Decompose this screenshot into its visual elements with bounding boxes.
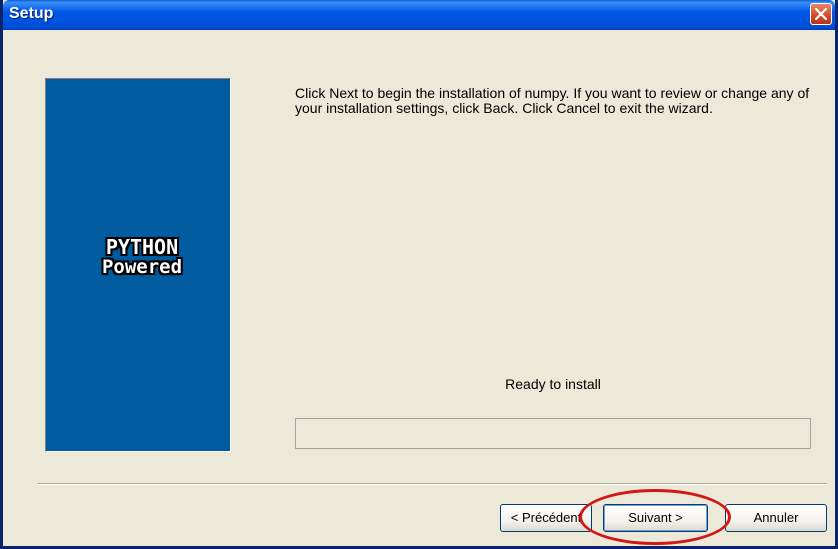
python-powered-logo: PYTHON Powered [82,237,202,277]
next-button[interactable]: Suivant > [603,504,708,532]
logo-line-2: Powered [101,256,183,278]
cancel-button[interactable]: Annuler [725,504,827,532]
instructions-text: Click Next to begin the installation of … [295,85,810,116]
status-text: Ready to install [505,376,601,392]
logo-line-1: PYTHON [105,235,179,259]
title-bar[interactable]: Setup [3,0,835,30]
close-icon [815,8,827,20]
close-button[interactable] [810,3,832,25]
progress-bar [295,418,811,449]
separator-line [38,483,827,485]
setup-window: Setup PYTHON Powered Click Next to begin… [0,0,838,549]
back-button[interactable]: < Précédent [500,504,592,532]
python-banner-image: PYTHON Powered [45,78,231,452]
window-title: Setup [9,5,54,22]
